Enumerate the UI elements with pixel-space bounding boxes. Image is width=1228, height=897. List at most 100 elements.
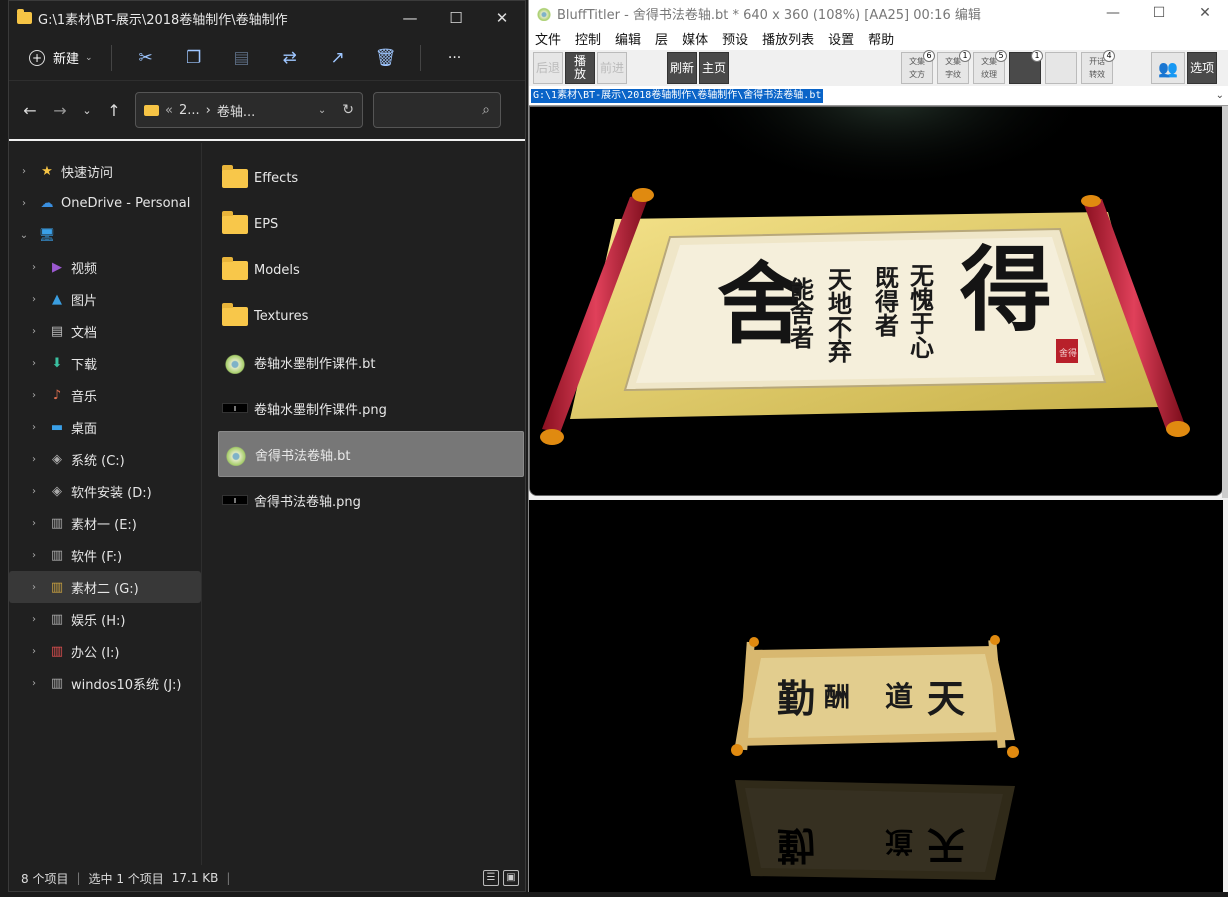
tiles-view-icon[interactable]: ▣ (503, 870, 519, 886)
chevron-right-icon[interactable]: › (27, 422, 41, 433)
forward-button[interactable]: 前进 (597, 52, 628, 84)
layer-button[interactable]: 开话 转效 4 (1081, 50, 1116, 84)
nav-item[interactable]: › ◈ 系统 (C:) (9, 443, 201, 475)
nav-item[interactable]: ⌄ 🖥 (9, 219, 201, 251)
preview-viewport[interactable]: 勤 酬 道 天 勤 道 天 (529, 500, 1223, 892)
minimize-button[interactable]: — (1090, 5, 1136, 21)
menu-item[interactable]: 设置 (828, 29, 854, 48)
cut-icon[interactable]: ✂ (122, 42, 170, 74)
big-char-right: 得 (960, 236, 1052, 344)
chevron-right-icon[interactable]: › (27, 646, 41, 657)
users-icon[interactable]: 👥 (1151, 52, 1186, 84)
chevron-right-icon[interactable]: › (27, 390, 41, 401)
chevron-right-icon[interactable]: › (27, 486, 41, 497)
plus-icon: + (29, 49, 45, 66)
back-arrow-icon[interactable]: ← (15, 95, 45, 125)
maximize-button[interactable]: ☐ (1136, 5, 1182, 21)
forward-arrow-icon[interactable]: → (45, 95, 75, 125)
chevron-right-icon[interactable]: › (27, 550, 41, 561)
delete-icon[interactable]: 🗑 (362, 42, 410, 74)
chevron-down-icon[interactable]: ⌄ (17, 230, 31, 241)
menu-item[interactable]: 层 (655, 29, 668, 48)
layer-button[interactable]: 文集 字纹 1 (937, 50, 972, 84)
menu-item[interactable]: 预设 (722, 29, 748, 48)
menu-item[interactable]: 播放列表 (762, 29, 814, 48)
nav-item[interactable]: › ▥ 素材二 (G:) (9, 571, 201, 603)
chevron-right-icon[interactable]: › (27, 262, 41, 273)
chevron-right-icon[interactable]: › (27, 678, 41, 689)
chevron-down-icon[interactable]: ⌄ (318, 105, 326, 116)
nav-item[interactable]: › ♪ 音乐 (9, 379, 201, 411)
breadcrumb-overflow[interactable]: « (165, 103, 173, 118)
play-button[interactable]: 播 放 (565, 52, 596, 84)
breadcrumb-item[interactable]: 2... (179, 103, 200, 118)
render-viewport[interactable]: 舍 得 能舍者 天地不弃 既得者 无愧于心 舍得 (529, 106, 1223, 496)
refresh-button[interactable]: 刷新 (667, 52, 698, 84)
file-row[interactable]: 舍得书法卷轴.png (218, 477, 524, 523)
recent-locations-chevron-icon[interactable]: ⌄ (75, 95, 99, 125)
new-button[interactable]: + 新建 ⌄ (21, 42, 101, 74)
menu-item[interactable]: 帮助 (868, 29, 894, 48)
chevron-right-icon[interactable]: › (27, 518, 41, 529)
layer-button[interactable] (1045, 52, 1078, 84)
back-button[interactable]: 后退 (533, 52, 564, 84)
layer-button[interactable]: 1 (1009, 50, 1044, 84)
file-row[interactable]: 卷轴水墨制作课件.png (218, 385, 524, 431)
menu-item[interactable]: 编辑 (615, 29, 641, 48)
maximize-button[interactable]: ☐ (433, 1, 479, 35)
chevron-down-icon[interactable]: ⌄ (1216, 90, 1224, 101)
file-row[interactable]: 卷轴水墨制作课件.bt (218, 339, 524, 385)
nav-item[interactable]: › ▥ 办公 (I:) (9, 635, 201, 667)
file-row[interactable]: Effects (218, 155, 524, 201)
more-options-button[interactable]: ··· (431, 42, 479, 74)
close-button[interactable]: ✕ (479, 1, 525, 35)
chevron-right-icon[interactable]: › (17, 198, 31, 209)
details-view-icon[interactable]: ☰ (483, 870, 499, 886)
nav-item[interactable]: › ▥ 素材一 (E:) (9, 507, 201, 539)
refresh-icon[interactable]: ↻ (342, 102, 354, 118)
layer-button[interactable]: 文集 纹理 5 (973, 50, 1008, 84)
search-input[interactable]: ⌕ (373, 92, 501, 128)
chevron-right-icon[interactable]: › (27, 614, 41, 625)
file-row[interactable]: Models (218, 247, 524, 293)
nav-item[interactable]: › ▶ 视频 (9, 251, 201, 283)
up-arrow-icon[interactable]: ↑ (99, 95, 129, 125)
menu-item[interactable]: 控制 (575, 29, 601, 48)
home-button[interactable]: 主页 (699, 52, 730, 84)
file-row[interactable]: EPS (218, 201, 524, 247)
blufftitler-file-icon (223, 441, 249, 467)
chevron-right-icon[interactable]: › (27, 326, 41, 337)
nav-item[interactable]: › ▲ 图片 (9, 283, 201, 315)
nav-item[interactable]: › ◈ 软件安装 (D:) (9, 475, 201, 507)
nav-item[interactable]: › ▥ 软件 (F:) (9, 539, 201, 571)
layer-button[interactable]: 文集 文方 6 (901, 50, 936, 84)
nav-item[interactable]: › ▥ windos10系统 (J:) (9, 667, 201, 699)
minimize-button[interactable]: — (387, 1, 433, 35)
options-button[interactable]: 选项 (1187, 52, 1218, 84)
nav-item[interactable]: › ☁ OneDrive - Personal (9, 187, 201, 219)
copy-icon[interactable]: ❐ (170, 42, 218, 74)
breadcrumb-item[interactable]: 卷轴... (217, 101, 255, 120)
bt-title-bar[interactable]: BluffTitler - 舍得书法卷轴.bt * 640 x 360 (108… (529, 0, 1228, 26)
nav-item[interactable]: › ▤ 文档 (9, 315, 201, 347)
share-icon[interactable]: ↗ (314, 42, 362, 74)
nav-item[interactable]: › ▥ 娱乐 (H:) (9, 603, 201, 635)
address-bar[interactable]: « 2... › 卷轴... ⌄ ↻ (135, 92, 363, 128)
explorer-title-bar[interactable]: G:\1素材\BT-展示\2018卷轴制作\卷轴制作 — ☐ ✕ (9, 1, 525, 35)
menu-item[interactable]: 媒体 (682, 29, 708, 48)
menu-item[interactable]: 文件 (535, 29, 561, 48)
nav-item[interactable]: › ★ 快速访问 (9, 155, 201, 187)
chevron-right-icon[interactable]: › (27, 582, 41, 593)
file-path-field[interactable]: G:\1素材\BT-展示\2018卷轴制作\卷轴制作\舍得书法卷轴.bt ⌄ (529, 86, 1228, 106)
chevron-right-icon[interactable]: › (27, 358, 41, 369)
paste-icon[interactable]: ▤ (218, 42, 266, 74)
close-button[interactable]: ✕ (1182, 5, 1228, 21)
rename-icon[interactable]: ⇄ (266, 42, 314, 74)
file-row[interactable]: Textures (218, 293, 524, 339)
chevron-right-icon[interactable]: › (27, 454, 41, 465)
nav-item[interactable]: › ⬇ 下载 (9, 347, 201, 379)
nav-item[interactable]: › ▬ 桌面 (9, 411, 201, 443)
chevron-right-icon[interactable]: › (27, 294, 41, 305)
chevron-right-icon[interactable]: › (17, 166, 31, 177)
file-row[interactable]: 舍得书法卷轴.bt (218, 431, 524, 477)
